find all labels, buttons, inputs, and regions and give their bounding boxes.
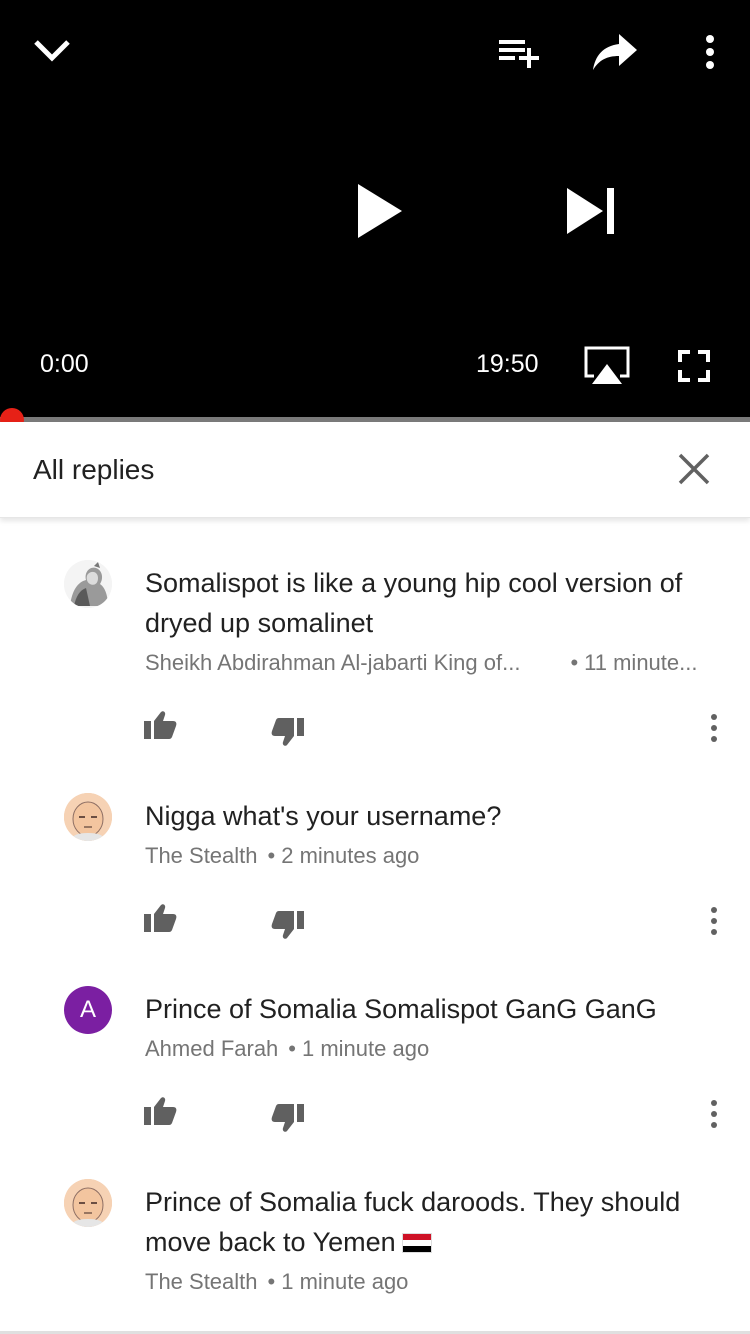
reply-text: Prince of Somalia fuck daroods. They sho… [145, 1182, 725, 1262]
replies-header: All replies [0, 422, 750, 518]
more-options-icon[interactable] [702, 1098, 726, 1130]
avatar[interactable] [64, 1179, 112, 1227]
reply-text: Prince of Somalia Somalispot GanG GanG [145, 994, 657, 1024]
reply-meta: Ahmed Farah • 1 minute ago [145, 1036, 429, 1062]
video-player[interactable]: 0:00 19:50 [0, 0, 750, 420]
thumbs-down-icon[interactable] [271, 1103, 305, 1133]
more-options-icon[interactable] [702, 905, 726, 937]
reply-timestamp: 1 minute ago [281, 1269, 409, 1294]
add-to-playlist-icon[interactable] [497, 36, 541, 70]
avatar[interactable] [64, 560, 112, 608]
skip-next-icon[interactable] [565, 186, 617, 236]
meta-separator: • [570, 650, 579, 675]
reply-author[interactable]: The Stealth [145, 843, 258, 869]
more-vert-icon[interactable] [702, 34, 718, 70]
collapse-chevron-icon[interactable] [32, 36, 72, 64]
current-time: 0:00 [40, 350, 89, 378]
total-duration: 19:50 [476, 350, 539, 378]
thumbs-up-icon[interactable] [143, 903, 177, 933]
reply-meta: The Stealth • 1 minute ago [145, 1269, 408, 1295]
reply-author[interactable]: Sheikh Abdirahman Al-jabarti King of... [145, 650, 520, 676]
reply-meta: Sheikh Abdirahman Al-jabarti King of... •… [145, 650, 697, 676]
more-options-icon[interactable] [702, 712, 726, 744]
airplay-icon[interactable] [584, 346, 630, 386]
meta-separator: • [288, 1036, 296, 1061]
meta-separator: • [267, 1269, 276, 1294]
reply-author[interactable]: Ahmed Farah [145, 1036, 278, 1062]
meta-separator: • [267, 843, 276, 868]
yemen-flag-icon [401, 1233, 432, 1253]
reply-author[interactable]: The Stealth [145, 1269, 258, 1295]
reply-timestamp: 2 minutes ago [281, 843, 420, 868]
avatar[interactable] [64, 793, 112, 841]
replies-title: All replies [33, 454, 155, 485]
fullscreen-icon[interactable] [678, 350, 710, 382]
play-icon[interactable] [356, 182, 404, 240]
reply-timestamp: 1 minute ago [302, 1036, 430, 1061]
reply-text: Nigga what's your username? [145, 801, 502, 831]
share-icon[interactable] [591, 30, 639, 72]
thumbs-down-icon[interactable] [271, 717, 305, 747]
reply-timestamp: 11 minute... [584, 650, 698, 675]
thumbs-down-icon[interactable] [271, 910, 305, 940]
reply-text: Somalispot is like a young hip cool vers… [145, 568, 683, 638]
thumbs-up-icon[interactable] [143, 1096, 177, 1126]
close-icon[interactable] [672, 447, 716, 491]
avatar[interactable]: A [64, 986, 112, 1034]
thumbs-up-icon[interactable] [143, 710, 177, 740]
reply-meta: The Stealth • 2 minutes ago [145, 843, 419, 869]
